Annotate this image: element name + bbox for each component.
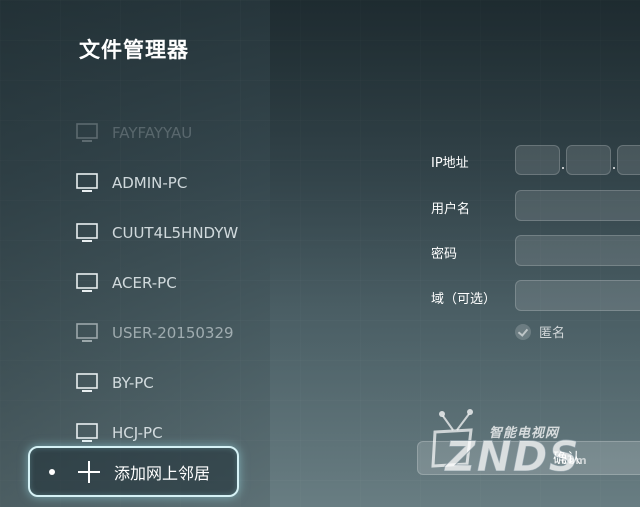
monitor-icon: [76, 372, 98, 394]
add-network-neighbor-button[interactable]: 添加网上邻居: [28, 446, 239, 497]
ip-octet-1-input[interactable]: [515, 145, 560, 175]
domain-input[interactable]: [515, 280, 640, 311]
password-input[interactable]: [515, 235, 640, 266]
app-title: 文件管理器: [79, 38, 189, 62]
ip-octet-3-input[interactable]: [617, 145, 640, 175]
device-label: USER-20150329: [112, 324, 234, 342]
device-item-by-pc[interactable]: BY-PC: [76, 358, 266, 408]
anonymous-checkbox[interactable]: 匿名: [515, 322, 565, 341]
watermark-suffix: .com: [557, 454, 587, 467]
monitor-icon: [76, 122, 98, 144]
device-label: ADMIN-PC: [112, 174, 188, 192]
device-item-cuut4l5hndyw[interactable]: CUUT4L5HNDYW: [76, 208, 266, 258]
ip-address-label: IP地址: [431, 156, 469, 171]
device-item-fayfayyau[interactable]: FAYFAYYAU: [76, 108, 266, 158]
monitor-icon: [76, 272, 98, 294]
device-item-user-20150329[interactable]: USER-20150329: [76, 308, 266, 358]
monitor-icon: [76, 322, 98, 344]
device-item-admin-pc[interactable]: ADMIN-PC: [76, 158, 266, 208]
znds-watermark: 智能电视网 ZNDS .com: [425, 404, 595, 482]
monitor-icon: [76, 422, 98, 444]
password-label: 密码: [431, 247, 458, 262]
domain-label: 域（可选）: [431, 292, 497, 307]
device-label: CUUT4L5HNDYW: [112, 224, 238, 242]
device-label: FAYFAYYAU: [112, 124, 193, 142]
check-icon: [515, 323, 531, 340]
device-label: BY-PC: [112, 374, 154, 392]
device-label: HCJ-PC: [112, 424, 163, 442]
username-input[interactable]: [515, 190, 640, 221]
network-device-list: FAYFAYYAU ADMIN-PC CUUT4L5HNDYW ACER-PC …: [76, 108, 266, 458]
anonymous-label: 匿名: [539, 326, 566, 341]
username-label: 用户名: [431, 202, 471, 217]
device-item-acer-pc[interactable]: ACER-PC: [76, 258, 266, 308]
monitor-icon: [76, 172, 98, 194]
ip-octet-2-input[interactable]: [566, 145, 611, 175]
monitor-icon: [76, 222, 98, 244]
add-neighbor-label: 添加网上邻居: [114, 463, 211, 483]
ip-separator: [562, 167, 564, 169]
focus-dot: [49, 468, 55, 475]
ip-separator: [613, 167, 615, 169]
plus-icon: [78, 460, 100, 483]
device-label: ACER-PC: [112, 274, 177, 292]
